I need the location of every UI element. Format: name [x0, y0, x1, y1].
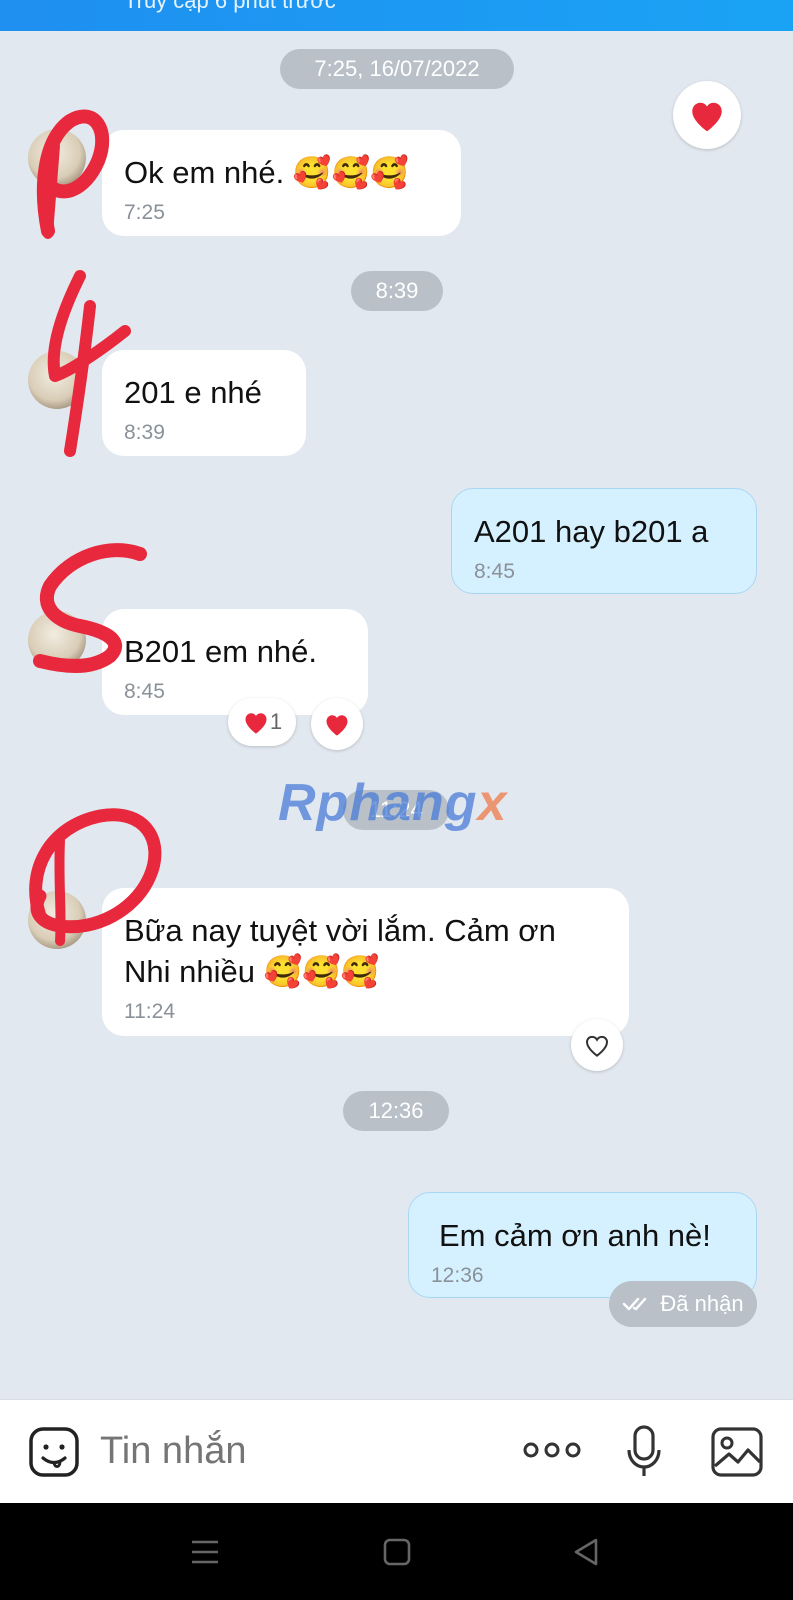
sticker-button[interactable] — [28, 1426, 80, 1483]
message-text: Em cảm ơn anh nè! — [439, 1218, 711, 1253]
image-button[interactable] — [710, 1426, 764, 1483]
message-text: B201 em nhé. — [124, 634, 318, 669]
message-text: 201 e nhé — [124, 375, 262, 410]
message-time: 8:45 — [474, 560, 515, 583]
chat-area[interactable]: 7:25, 16/07/2022 Ok em nhé. 🥰🥰🥰 7:25 8:3… — [0, 31, 793, 1399]
home-button[interactable] — [382, 1537, 412, 1572]
message-text: Ok em nhé. 🥰🥰🥰 — [124, 155, 409, 190]
message-time: 8:45 — [124, 680, 165, 703]
chat-header: Truy cập 6 phút trước — [0, 0, 793, 31]
message-text: A201 hay b201 a — [474, 514, 709, 549]
reaction-count: 1 — [269, 709, 283, 734]
more-icon — [523, 1442, 581, 1458]
heart-icon — [585, 1035, 609, 1057]
time-separator: 12:36 — [343, 1091, 449, 1131]
message-composer — [0, 1399, 793, 1504]
avatar[interactable] — [28, 351, 86, 409]
outgoing-message[interactable]: A201 hay b201 a 8:45 — [451, 488, 757, 594]
avatar[interactable] — [28, 129, 86, 187]
image-icon — [711, 1427, 763, 1477]
double-check-icon — [623, 1297, 647, 1311]
avatar[interactable] — [28, 611, 86, 669]
sticker-icon — [29, 1427, 79, 1477]
received-status: Đã nhận — [609, 1281, 757, 1327]
voice-button[interactable] — [624, 1424, 664, 1485]
watermark-logo: Rphangx — [278, 774, 508, 832]
last-active-status: Truy cập 6 phút trước — [124, 0, 336, 13]
time-separator: 8:39 — [351, 271, 443, 311]
incoming-message[interactable]: Ok em nhé. 🥰🥰🥰 7:25 — [102, 130, 461, 236]
home-icon — [383, 1538, 411, 1566]
microphone-icon — [627, 1425, 661, 1476]
heart-icon — [245, 713, 267, 734]
message-input[interactable] — [100, 1430, 480, 1473]
menu-icon — [192, 1540, 218, 1564]
date-separator: 7:25, 16/07/2022 — [280, 49, 514, 89]
message-time: 7:25 — [124, 201, 165, 224]
message-text: Bữa nay tuyệt vời lắm. Cảm ơn Nhi nhiều … — [124, 913, 556, 989]
react-heart-button[interactable] — [311, 698, 363, 750]
more-button[interactable] — [522, 1438, 582, 1467]
quick-heart-button[interactable] — [673, 81, 741, 149]
system-nav-bar — [0, 1503, 793, 1600]
heart-icon — [692, 102, 722, 132]
back-button[interactable] — [572, 1537, 600, 1572]
heart-icon — [326, 715, 348, 736]
react-heart-button[interactable] — [571, 1019, 623, 1071]
recent-apps-button[interactable] — [190, 1538, 220, 1571]
incoming-message[interactable]: 201 e nhé 8:39 — [102, 350, 306, 456]
message-time: 8:39 — [124, 421, 165, 444]
message-time: 11:24 — [124, 1000, 175, 1023]
avatar[interactable] — [28, 891, 86, 949]
incoming-message[interactable]: Bữa nay tuyệt vời lắm. Cảm ơn Nhi nhiều … — [102, 888, 629, 1036]
reaction-summary[interactable]: 1 — [228, 698, 296, 746]
back-icon — [574, 1538, 598, 1566]
